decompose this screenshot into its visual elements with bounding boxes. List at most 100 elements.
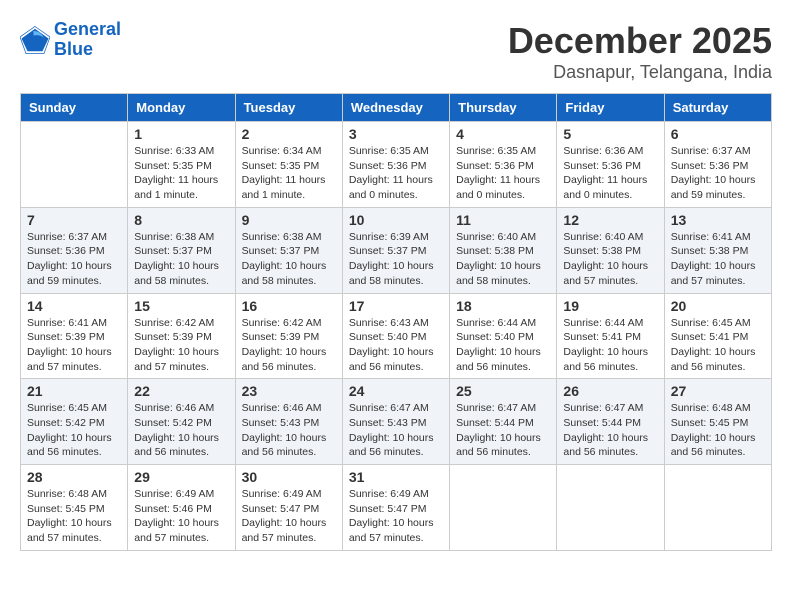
month-title: December 2025 (508, 20, 772, 62)
day-number: 17 (349, 298, 443, 314)
calendar-cell: 5 Sunrise: 6:36 AMSunset: 5:36 PMDaylight… (557, 122, 664, 208)
cell-info: Sunrise: 6:47 AMSunset: 5:44 PMDaylight:… (563, 401, 657, 460)
cell-info: Sunrise: 6:39 AMSunset: 5:37 PMDaylight:… (349, 230, 443, 289)
calendar-week-3: 14Sunrise: 6:41 AMSunset: 5:39 PMDayligh… (21, 293, 772, 379)
cell-info: Sunrise: 6:36 AMSunset: 5:36 PMDaylight:… (563, 144, 657, 203)
day-number: 29 (134, 469, 228, 485)
cell-info: Sunrise: 6:35 AMSunset: 5:36 PMDaylight:… (349, 144, 443, 203)
day-number: 4 (456, 126, 550, 142)
day-number: 14 (27, 298, 121, 314)
day-number: 5 (563, 126, 657, 142)
calendar-cell: 23Sunrise: 6:46 AMSunset: 5:43 PMDayligh… (235, 379, 342, 465)
header-sunday: Sunday (21, 94, 128, 122)
header-wednesday: Wednesday (342, 94, 449, 122)
calendar-cell: 18 Sunrise: 6:44 AMSunset: 5:40 PMDayligh… (450, 293, 557, 379)
calendar-cell: 13Sunrise: 6:41 AMSunset: 5:38 PMDayligh… (664, 207, 771, 293)
header-saturday: Saturday (664, 94, 771, 122)
cell-info: Sunrise: 6:46 AMSunset: 5:43 PMDaylight:… (242, 401, 336, 460)
calendar-cell: 12 Sunrise: 6:40 AMSunset: 5:38 PMDayligh… (557, 207, 664, 293)
calendar-week-5: 28 Sunrise: 6:48 AMSunset: 5:45 PMDayligh… (21, 465, 772, 551)
day-number: 27 (671, 383, 765, 399)
cell-info: Sunrise: 6:44 AMSunset: 5:41 PMDaylight:… (563, 316, 657, 375)
calendar-cell: 14Sunrise: 6:41 AMSunset: 5:39 PMDayligh… (21, 293, 128, 379)
calendar-cell (664, 465, 771, 551)
cell-info: Sunrise: 6:42 AMSunset: 5:39 PMDaylight:… (242, 316, 336, 375)
header-thursday: Thursday (450, 94, 557, 122)
calendar-cell: 11 Sunrise: 6:40 AMSunset: 5:38 PMDayligh… (450, 207, 557, 293)
day-number: 30 (242, 469, 336, 485)
calendar-cell: 15Sunrise: 6:42 AMSunset: 5:39 PMDayligh… (128, 293, 235, 379)
calendar-cell (450, 465, 557, 551)
cell-info: Sunrise: 6:49 AMSunset: 5:47 PMDaylight:… (349, 487, 443, 546)
cell-info: Sunrise: 6:48 AMSunset: 5:45 PMDaylight:… (27, 487, 121, 546)
day-number: 12 (563, 212, 657, 228)
calendar-table: SundayMondayTuesdayWednesdayThursdayFrid… (20, 93, 772, 551)
day-number: 7 (27, 212, 121, 228)
cell-info: Sunrise: 6:48 AMSunset: 5:45 PMDaylight:… (671, 401, 765, 460)
calendar-cell: 3 Sunrise: 6:35 AMSunset: 5:36 PMDaylight… (342, 122, 449, 208)
title-area: December 2025 Dasnapur, Telangana, India (508, 20, 772, 83)
header-friday: Friday (557, 94, 664, 122)
calendar-week-2: 7 Sunrise: 6:37 AMSunset: 5:36 PMDaylight… (21, 207, 772, 293)
calendar-cell (21, 122, 128, 208)
header: General Blue December 2025 Dasnapur, Tel… (20, 20, 772, 83)
calendar-cell (557, 465, 664, 551)
cell-info: Sunrise: 6:45 AMSunset: 5:41 PMDaylight:… (671, 316, 765, 375)
cell-info: Sunrise: 6:43 AMSunset: 5:40 PMDaylight:… (349, 316, 443, 375)
calendar-cell: 28 Sunrise: 6:48 AMSunset: 5:45 PMDayligh… (21, 465, 128, 551)
day-number: 1 (134, 126, 228, 142)
calendar-cell: 2Sunrise: 6:34 AMSunset: 5:35 PMDaylight… (235, 122, 342, 208)
calendar-cell: 31 Sunrise: 6:49 AMSunset: 5:47 PMDayligh… (342, 465, 449, 551)
calendar-cell: 8Sunrise: 6:38 AMSunset: 5:37 PMDaylight… (128, 207, 235, 293)
cell-info: Sunrise: 6:37 AMSunset: 5:36 PMDaylight:… (671, 144, 765, 203)
calendar-cell: 21Sunrise: 6:45 AMSunset: 5:42 PMDayligh… (21, 379, 128, 465)
cell-info: Sunrise: 6:40 AMSunset: 5:38 PMDaylight:… (456, 230, 550, 289)
header-tuesday: Tuesday (235, 94, 342, 122)
day-number: 18 (456, 298, 550, 314)
day-number: 28 (27, 469, 121, 485)
day-number: 13 (671, 212, 765, 228)
day-number: 25 (456, 383, 550, 399)
cell-info: Sunrise: 6:40 AMSunset: 5:38 PMDaylight:… (563, 230, 657, 289)
day-number: 2 (242, 126, 336, 142)
cell-info: Sunrise: 6:47 AMSunset: 5:43 PMDaylight:… (349, 401, 443, 460)
day-number: 10 (349, 212, 443, 228)
day-number: 20 (671, 298, 765, 314)
calendar-cell: 1 Sunrise: 6:33 AMSunset: 5:35 PMDaylight… (128, 122, 235, 208)
day-number: 11 (456, 212, 550, 228)
cell-info: Sunrise: 6:49 AMSunset: 5:46 PMDaylight:… (134, 487, 228, 546)
calendar-cell: 6Sunrise: 6:37 AMSunset: 5:36 PMDaylight… (664, 122, 771, 208)
day-number: 9 (242, 212, 336, 228)
calendar-cell: 19 Sunrise: 6:44 AMSunset: 5:41 PMDayligh… (557, 293, 664, 379)
day-number: 16 (242, 298, 336, 314)
cell-info: Sunrise: 6:44 AMSunset: 5:40 PMDaylight:… (456, 316, 550, 375)
cell-info: Sunrise: 6:47 AMSunset: 5:44 PMDaylight:… (456, 401, 550, 460)
header-monday: Monday (128, 94, 235, 122)
logo-icon (20, 25, 50, 55)
calendar-cell: 29 Sunrise: 6:49 AMSunset: 5:46 PMDayligh… (128, 465, 235, 551)
calendar-cell: 20 Sunrise: 6:45 AMSunset: 5:41 PMDayligh… (664, 293, 771, 379)
cell-info: Sunrise: 6:33 AMSunset: 5:35 PMDaylight:… (134, 144, 228, 203)
logo-text: General Blue (54, 20, 121, 60)
day-number: 3 (349, 126, 443, 142)
calendar-cell: 10 Sunrise: 6:39 AMSunset: 5:37 PMDayligh… (342, 207, 449, 293)
cell-info: Sunrise: 6:37 AMSunset: 5:36 PMDaylight:… (27, 230, 121, 289)
calendar-cell: 7 Sunrise: 6:37 AMSunset: 5:36 PMDaylight… (21, 207, 128, 293)
cell-info: Sunrise: 6:46 AMSunset: 5:42 PMDaylight:… (134, 401, 228, 460)
calendar-cell: 17 Sunrise: 6:43 AMSunset: 5:40 PMDayligh… (342, 293, 449, 379)
calendar-cell: 4 Sunrise: 6:35 AMSunset: 5:36 PMDaylight… (450, 122, 557, 208)
cell-info: Sunrise: 6:35 AMSunset: 5:36 PMDaylight:… (456, 144, 550, 203)
day-number: 15 (134, 298, 228, 314)
calendar-cell: 25 Sunrise: 6:47 AMSunset: 5:44 PMDayligh… (450, 379, 557, 465)
day-number: 19 (563, 298, 657, 314)
calendar-week-4: 21Sunrise: 6:45 AMSunset: 5:42 PMDayligh… (21, 379, 772, 465)
day-number: 26 (563, 383, 657, 399)
calendar-cell: 9Sunrise: 6:38 AMSunset: 5:37 PMDaylight… (235, 207, 342, 293)
day-number: 31 (349, 469, 443, 485)
calendar-cell: 22Sunrise: 6:46 AMSunset: 5:42 PMDayligh… (128, 379, 235, 465)
day-number: 24 (349, 383, 443, 399)
location-subtitle: Dasnapur, Telangana, India (508, 62, 772, 83)
calendar-cell: 16 Sunrise: 6:42 AMSunset: 5:39 PMDayligh… (235, 293, 342, 379)
calendar-header-row: SundayMondayTuesdayWednesdayThursdayFrid… (21, 94, 772, 122)
calendar-cell: 27 Sunrise: 6:48 AMSunset: 5:45 PMDayligh… (664, 379, 771, 465)
